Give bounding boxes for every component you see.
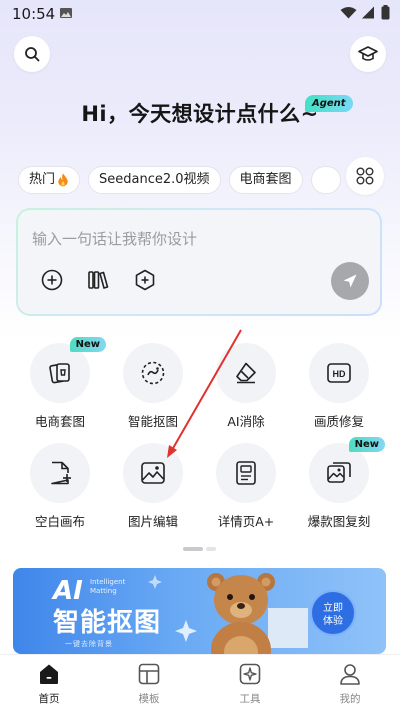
feature-icon-wrap: New <box>30 337 106 403</box>
chip-partial[interactable] <box>310 166 341 194</box>
status-time: 10:54 <box>12 5 56 23</box>
feature-icon-wrap <box>216 443 276 503</box>
banner-english-text: Intelligent Matting <box>90 578 126 595</box>
agent-skill-button[interactable] <box>133 268 157 292</box>
gallery-notification-icon <box>60 8 72 18</box>
teddy-bear-illustration <box>207 573 275 654</box>
cta-line-2: 体验 <box>323 616 343 627</box>
send-icon <box>343 274 357 288</box>
home-icon <box>36 661 62 687</box>
nav-label: 我的 <box>339 693 361 705</box>
all-categories-button[interactable] <box>346 157 384 195</box>
feature-smart-cutout[interactable]: 智能抠图 <box>113 343 193 430</box>
feature-label: 详情页A+ <box>217 514 275 529</box>
smart-cutout-icon <box>141 361 165 385</box>
feature-label: AI消除 <box>227 414 265 429</box>
hexagon-plus-icon <box>135 269 155 291</box>
feature-label: 图片编辑 <box>127 514 178 529</box>
replicate-image-icon <box>327 462 351 483</box>
nav-tools[interactable]: 工具 <box>220 661 280 706</box>
banner-subtitle: 一键去除背景 <box>65 640 113 648</box>
feature-label: 画质修复 <box>313 414 364 429</box>
feature-page-indicator <box>183 547 217 552</box>
feature-icon-wrap: HD <box>309 343 369 403</box>
feature-label: 爆款图复刻 <box>307 514 371 529</box>
chip-label: 电商套图 <box>239 172 292 187</box>
feature-icon-wrap <box>123 443 183 503</box>
chip-seedance-video[interactable]: Seedance2.0视频 <box>88 166 221 194</box>
nav-profile[interactable]: 我的 <box>320 661 380 706</box>
feature-label: 智能抠图 <box>127 414 178 429</box>
bottom-navigation: 首页 模板 工具 我的 <box>0 654 400 710</box>
nav-label: 首页 <box>38 693 60 705</box>
feature-detail-page[interactable]: 详情页A+ <box>206 443 286 530</box>
chip-label: 热门 <box>29 172 56 187</box>
page-dot-active <box>183 547 203 551</box>
try-now-button[interactable]: 立即 体验 <box>310 590 356 636</box>
template-icon <box>136 661 162 687</box>
nav-label: 工具 <box>239 693 261 705</box>
feature-quality-repair[interactable]: HD 画质修复 <box>299 343 379 430</box>
image-edit-icon <box>141 462 165 484</box>
feature-hit-replicate[interactable]: New 爆款图复刻 <box>299 437 385 530</box>
profile-icon <box>337 661 363 687</box>
feature-icon-wrap: New <box>309 437 385 503</box>
new-badge: New <box>348 437 385 452</box>
chip-ecommerce-set[interactable]: 电商套图 <box>228 166 303 194</box>
feature-ecommerce-set[interactable]: New 电商套图 <box>20 337 106 430</box>
feature-ai-erase[interactable]: AI消除 <box>206 343 286 430</box>
add-icon <box>41 269 63 291</box>
prompt-placeholder[interactable]: 输入一句话让我帮你设计 <box>32 228 197 249</box>
tools-icon <box>237 661 263 687</box>
shopping-cards-icon <box>49 363 70 384</box>
battery-icon <box>381 5 390 20</box>
search-button[interactable] <box>14 36 50 72</box>
nav-label: 模板 <box>138 693 160 705</box>
graduation-cap-icon <box>358 46 378 61</box>
library-button[interactable] <box>86 268 110 292</box>
blank-canvas-icon <box>51 461 71 485</box>
feature-image-edit[interactable]: 图片编辑 <box>113 443 193 530</box>
feature-icon-wrap <box>30 443 90 503</box>
prompt-input-area[interactable]: 输入一句话让我帮你设计 <box>18 210 380 314</box>
signal-icon <box>362 6 374 19</box>
feature-blank-canvas[interactable]: 空白画布 <box>20 443 100 530</box>
detail-page-icon <box>236 461 256 485</box>
feature-icon-wrap <box>216 343 276 403</box>
nav-home[interactable]: 首页 <box>19 661 79 706</box>
feature-label: 电商套图 <box>34 414 85 429</box>
send-button[interactable] <box>331 262 369 300</box>
category-chips: 热门 Seedance2.0视频 电商套图 <box>18 166 358 196</box>
prompt-input-card: 输入一句话让我帮你设计 <box>16 208 382 316</box>
chip-label: Seedance2.0视频 <box>99 172 210 187</box>
wifi-icon <box>340 7 357 19</box>
page-dot <box>206 547 216 551</box>
hd-icon: HD <box>327 363 351 383</box>
new-badge: New <box>69 337 106 352</box>
feature-label: 空白画布 <box>34 514 85 529</box>
learning-button[interactable] <box>350 36 386 72</box>
chip-hot[interactable]: 热门 <box>18 166 81 194</box>
add-button[interactable] <box>40 268 64 292</box>
feature-icon-wrap <box>123 343 183 403</box>
library-icon <box>88 271 109 289</box>
grid-icon <box>356 167 374 185</box>
search-icon <box>25 47 40 62</box>
agent-badge[interactable]: Agent <box>305 95 353 112</box>
nav-templates[interactable]: 模板 <box>119 661 179 706</box>
cta-line-1: 立即 <box>323 603 343 614</box>
svg-text:HD: HD <box>333 369 346 379</box>
eraser-icon <box>236 362 256 384</box>
promo-banner[interactable]: AI Intelligent Matting 智能抠图 一键去除背景 立即 体验 <box>13 568 386 654</box>
banner-title: 智能抠图 <box>53 608 162 638</box>
fire-icon <box>58 173 68 187</box>
